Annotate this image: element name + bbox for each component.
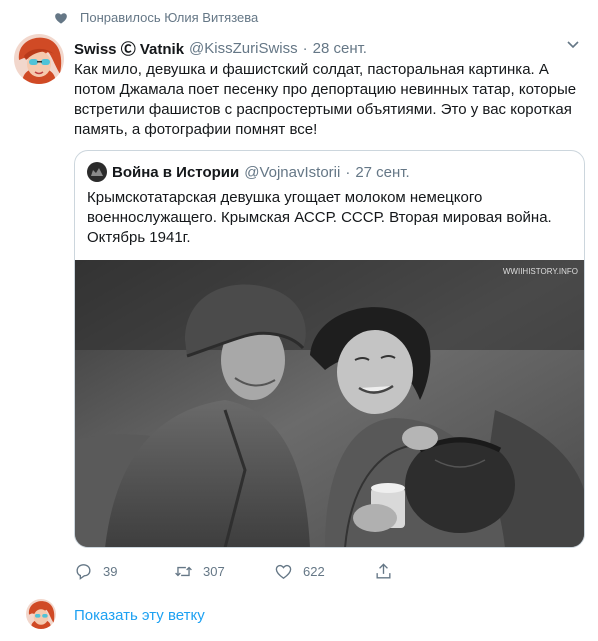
author-handle[interactable]: @KissZuriSwiss	[189, 40, 298, 57]
like-icon	[275, 564, 292, 580]
chevron-down-icon[interactable]	[566, 40, 580, 50]
photo-watermark: WWIIHISTORY.INFO	[503, 267, 578, 276]
retweet-button[interactable]: 307	[174, 562, 274, 581]
thread-avatar[interactable]	[26, 599, 56, 629]
historical-photo[interactable]: WWIIHISTORY.INFO	[75, 260, 584, 547]
share-button[interactable]	[374, 562, 404, 581]
like-count: 622	[303, 564, 325, 579]
share-icon	[376, 563, 391, 579]
quoted-tweet-header: Война в Истории @VojnavIstorii · 27 сент…	[87, 162, 410, 182]
retweet-count: 307	[203, 564, 225, 579]
social-context: Понравилось Юлия Витязева	[54, 10, 258, 25]
retweet-icon	[175, 566, 192, 577]
separator: ·	[302, 40, 308, 57]
quoted-author-handle: @VojnavIstorii	[244, 163, 341, 181]
tweet-text: Как мило, девушка и фашистский солдат, п…	[74, 61, 577, 138]
quoted-date: 27 сент.	[355, 163, 410, 181]
quoted-separator: ·	[345, 163, 351, 181]
tweet-actions: 39 307 622	[74, 562, 494, 581]
quoted-tweet[interactable]: Война в Истории @VojnavIstorii · 27 сент…	[74, 150, 585, 548]
like-button[interactable]: 622	[274, 562, 374, 581]
quoted-tweet-text: Крымскотатарская девушка угощает молоком…	[87, 189, 552, 246]
show-thread-link[interactable]: Показать эту ветку	[74, 607, 205, 624]
author-name[interactable]: Swiss Ⓒ Vatnik	[74, 38, 184, 59]
quoted-avatar	[87, 162, 107, 182]
social-context-label[interactable]: Понравилось Юлия Витязева	[80, 10, 258, 25]
quoted-author-name: Война в Истории	[112, 163, 240, 181]
tweet-date[interactable]: 28 сент.	[313, 40, 367, 57]
avatar[interactable]	[14, 34, 64, 84]
reply-icon	[76, 564, 91, 580]
reply-count: 39	[103, 564, 118, 579]
tweet-header: Swiss Ⓒ Vatnik @KissZuriSwiss · 28 сент.	[74, 38, 578, 59]
heart-icon	[55, 12, 67, 24]
reply-button[interactable]: 39	[74, 562, 174, 581]
